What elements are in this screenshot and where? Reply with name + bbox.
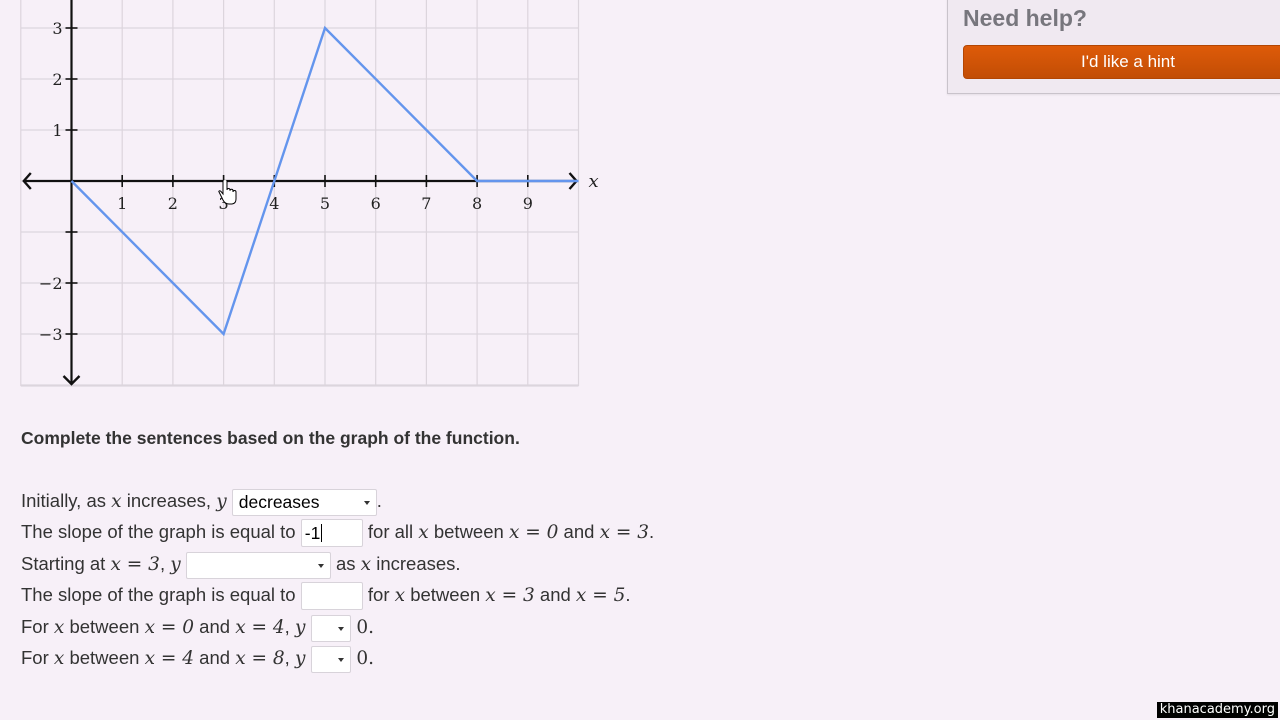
y-tick-label: −3 — [39, 325, 63, 344]
math-eq: x = 3 — [110, 554, 160, 575]
text: 0. — [350, 617, 375, 638]
text: increases. — [371, 553, 461, 574]
x-tick-label: 5 — [320, 194, 330, 213]
slope-input-1[interactable]: -1 — [300, 519, 363, 548]
math-eq: x = 4 — [235, 617, 285, 638]
input-value: -1 — [304, 523, 321, 544]
text: The slope of the graph is equal to — [21, 521, 301, 542]
text: , — [284, 647, 295, 668]
math-var: x — [53, 617, 65, 638]
math-eq: x = 4 — [144, 648, 195, 669]
watermark: khanacademy.org — [1156, 702, 1278, 718]
text: Starting at — [21, 553, 111, 574]
dropdown-caret-icon — [337, 657, 344, 662]
text: , — [284, 616, 295, 637]
text: between — [428, 521, 509, 542]
math-eq: x = 3 — [485, 585, 535, 606]
hint-button[interactable]: I'd like a hint — [963, 45, 1280, 79]
dropdown-caret-icon — [363, 500, 370, 505]
math-eq: x = 8 — [235, 648, 285, 669]
dropdown-caret-icon — [337, 626, 344, 631]
text: between — [64, 647, 145, 668]
text-cursor — [321, 524, 323, 543]
math-var: y — [294, 648, 306, 669]
text: The slope of the graph is equal to — [21, 584, 301, 605]
axes — [22, 0, 579, 386]
trend-select-1[interactable]: decreases — [231, 488, 377, 516]
text: for all — [362, 521, 419, 542]
text: 0. — [350, 648, 375, 669]
function-graph: 1 2 3 4 5 6 7 8 9−3−2123 x — [20, 0, 599, 387]
text: between — [405, 584, 486, 605]
help-title: Need help? — [963, 5, 1087, 31]
text: increases, — [121, 490, 217, 511]
math-eq: x = 0 — [144, 617, 195, 638]
math-var: y — [216, 491, 227, 512]
sentence-5: For x between x = 0 and x = 4, y 0. — [21, 612, 374, 642]
text: . — [625, 584, 631, 605]
math-var: y — [294, 617, 306, 638]
math-eq: x = 0 — [508, 522, 559, 543]
sentence-2: The slope of the graph is equal to -1 fo… — [21, 517, 655, 548]
text: and — [534, 584, 576, 605]
x-tick-label: 7 — [421, 194, 431, 213]
y-tick-label: 3 — [52, 19, 62, 38]
text: Initially, as — [21, 490, 112, 511]
text: between — [64, 616, 145, 637]
x-tick-label: 2 — [168, 194, 178, 213]
comparison-select-1[interactable] — [310, 614, 351, 642]
sentence-3: Starting at x = 3, y as x increases. — [21, 549, 461, 579]
sentence-1: Initially, as x increases, y decreases. — [21, 486, 382, 516]
text: and — [194, 616, 236, 637]
x-tick-label: 6 — [371, 194, 381, 213]
x-tick-label: 8 — [472, 194, 482, 213]
math-var: x — [418, 522, 429, 543]
x-tick-label: 4 — [269, 194, 279, 213]
text: For — [21, 616, 54, 637]
text: and — [194, 647, 236, 668]
text: for — [362, 584, 395, 605]
text: . — [649, 521, 655, 542]
x-tick-label: 1 — [117, 194, 127, 213]
math-var: x — [360, 554, 372, 575]
y-tick-label: 1 — [52, 121, 62, 140]
comparison-select-2[interactable] — [310, 645, 351, 673]
text: For — [21, 647, 54, 668]
sentence-6: For x between x = 4 and x = 8, y 0. — [21, 643, 374, 673]
text: . — [376, 490, 382, 511]
trend-select-2[interactable] — [185, 551, 331, 579]
grid — [20, 0, 580, 387]
x-tick-label: 9 — [523, 194, 533, 213]
x-axis-label: x — [589, 171, 599, 192]
slope-input-2[interactable] — [300, 582, 363, 611]
select-value: decreases — [238, 491, 320, 512]
dropdown-caret-icon — [317, 563, 324, 568]
y-tick-label: −2 — [39, 274, 63, 293]
math-var: x — [53, 648, 65, 669]
text: , — [159, 553, 171, 574]
instructions: Complete the sentences based on the grap… — [21, 428, 520, 448]
text: and — [558, 521, 600, 542]
math-eq: x = 5 — [575, 585, 626, 606]
math-var: x — [111, 491, 122, 512]
y-tick-label: 2 — [52, 70, 62, 89]
hand-pointer-cursor-icon — [218, 178, 238, 211]
math-var: x — [394, 585, 406, 606]
math-var: y — [170, 554, 181, 575]
help-panel: Need help? I'd like a hint — [947, 0, 1280, 94]
math-eq: x = 3 — [599, 522, 650, 543]
text: as — [330, 553, 361, 574]
sentence-4: The slope of the graph is equal to for x… — [21, 580, 631, 611]
